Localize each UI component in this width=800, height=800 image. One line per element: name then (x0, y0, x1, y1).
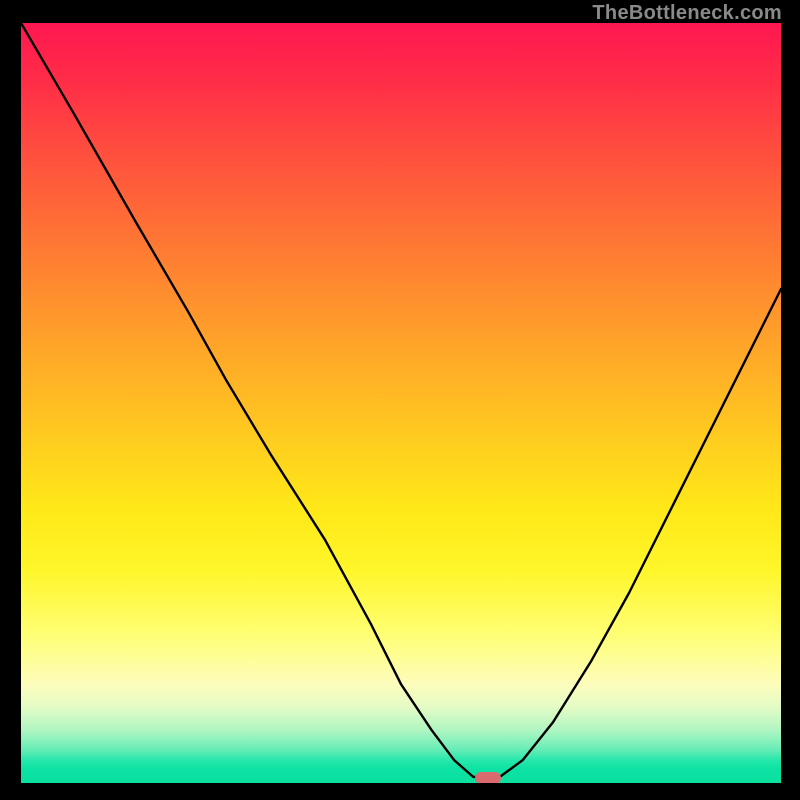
plot-area (21, 23, 781, 783)
gradient-background (21, 23, 781, 783)
chart-frame: TheBottleneck.com (0, 0, 800, 800)
watermark-text: TheBottleneck.com (592, 2, 782, 25)
